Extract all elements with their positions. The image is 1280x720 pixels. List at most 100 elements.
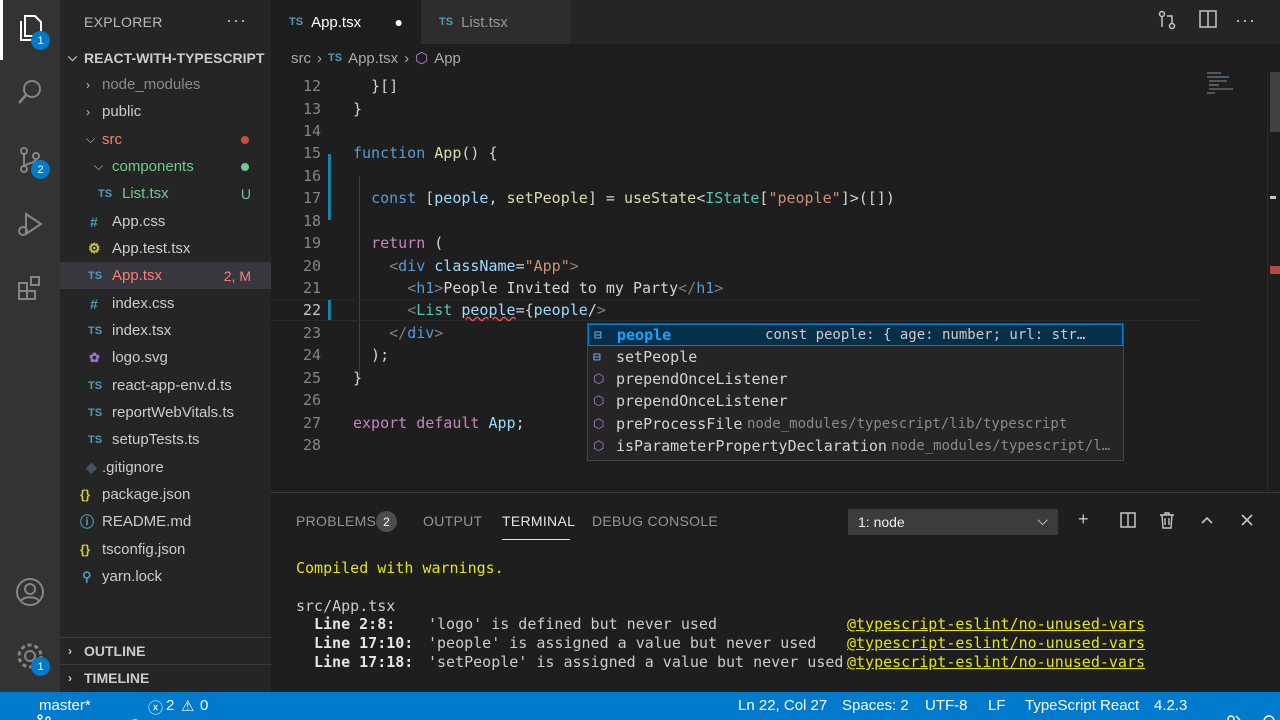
indentation[interactable]: Spaces: 2 bbox=[842, 697, 909, 714]
tree-item-react-app-env[interactable]: TS react-app-env.d.ts bbox=[60, 372, 271, 399]
account-icon[interactable] bbox=[10, 572, 50, 612]
suggestion-item[interactable]: ⬡ isParameterPropertyDeclaration node_mo… bbox=[588, 435, 1123, 457]
feedback-icon[interactable] bbox=[1207, 697, 1242, 720]
notifications-bell-icon[interactable] bbox=[1245, 697, 1276, 720]
breadcrumb-symbol[interactable]: App bbox=[434, 50, 461, 67]
tree-item-list-tsx[interactable]: TS List.tsx U bbox=[60, 180, 271, 207]
tab-problems[interactable]: PROBLEMS bbox=[296, 513, 376, 529]
warning-rule-link[interactable]: @typescript-eslint/no-unused-vars bbox=[847, 615, 1145, 633]
method-icon: ⬡ bbox=[593, 438, 605, 454]
sync-icon[interactable] bbox=[109, 697, 144, 720]
timeline-title: TIMELINE bbox=[84, 670, 150, 686]
line-number: 18 bbox=[302, 212, 321, 230]
tree-item-label: src bbox=[102, 131, 122, 148]
tree-item-label: node_modules bbox=[102, 76, 201, 93]
tree-item-index-tsx[interactable]: TS index.tsx bbox=[60, 317, 271, 344]
code-line: 16 bbox=[271, 165, 1201, 187]
tree-item-src[interactable]: ⌵ src bbox=[60, 126, 271, 153]
maximize-panel-icon[interactable] bbox=[1200, 511, 1214, 532]
language-mode[interactable]: TypeScript React bbox=[1025, 697, 1139, 714]
suggestion-item[interactable]: ⬡ prependOnceListener bbox=[588, 390, 1123, 412]
line-number: 24 bbox=[302, 346, 321, 364]
active-tab-indicator bbox=[502, 539, 570, 540]
suggestion-item[interactable]: ⬡ preProcessFile node_modules/typescript… bbox=[588, 413, 1123, 435]
tab-terminal[interactable]: TERMINAL bbox=[502, 513, 575, 529]
run-debug-icon[interactable] bbox=[10, 204, 50, 244]
suggestion-item[interactable]: ⬡ prependOnceListener bbox=[588, 368, 1123, 390]
encoding[interactable]: UTF-8 bbox=[925, 697, 968, 714]
tree-item-tsconfig[interactable]: {} tsconfig.json bbox=[60, 536, 271, 563]
files-icon[interactable]: 1 bbox=[10, 8, 50, 50]
close-panel-icon[interactable] bbox=[1240, 511, 1254, 532]
open-changes-icon[interactable] bbox=[1157, 10, 1177, 35]
suggestion-detail: node_modules/typescript/l… bbox=[891, 438, 1111, 454]
tree-item-yarn-lock[interactable]: ⚲ yarn.lock bbox=[60, 563, 271, 590]
warnings-count[interactable]: 0 bbox=[200, 697, 208, 714]
tab-debug-console[interactable]: DEBUG CONSOLE bbox=[592, 513, 718, 529]
explorer-badge: 1 bbox=[31, 31, 50, 50]
tree-item-gitignore[interactable]: ◆ .gitignore bbox=[60, 454, 271, 481]
line-number: 15 bbox=[302, 144, 321, 162]
suggestion-item[interactable]: ⊟ setPeople bbox=[588, 346, 1123, 368]
tree-item-readme[interactable]: ⓘ README.md bbox=[60, 508, 271, 535]
tree-item-package-json[interactable]: {} package.json bbox=[60, 481, 271, 508]
vertical-scrollbar[interactable] bbox=[1267, 72, 1280, 492]
timeline-section-header[interactable]: › TIMELINE bbox=[60, 664, 271, 691]
project-section-header[interactable]: ⌵ REACT-WITH-TYPESCRIPT bbox=[60, 44, 271, 71]
unsaved-dot-icon[interactable]: ● bbox=[395, 14, 403, 30]
end-of-line[interactable]: LF bbox=[988, 697, 1006, 714]
terminal-select[interactable]: 1: node ⌵ bbox=[848, 509, 1058, 535]
more-actions-icon[interactable]: ··· bbox=[1235, 10, 1256, 31]
typescript-version[interactable]: 4.2.3 bbox=[1154, 697, 1187, 714]
warning-rule-link[interactable]: @typescript-eslint/no-unused-vars bbox=[847, 653, 1145, 671]
tree-item-index-css[interactable]: # index.css bbox=[60, 290, 271, 317]
extensions-icon[interactable] bbox=[10, 268, 50, 308]
tree-item-logo-svg[interactable]: ✿ logo.svg bbox=[60, 344, 271, 371]
project-name: REACT-WITH-TYPESCRIPT bbox=[84, 49, 265, 66]
problems-count-badge: 2 bbox=[376, 511, 397, 532]
warning-message: 'setPeople' is assigned a value but neve… bbox=[428, 653, 844, 671]
line-number: 16 bbox=[302, 167, 321, 185]
search-icon[interactable] bbox=[10, 72, 50, 112]
tree-item-report-web-vitals[interactable]: TS reportWebVitals.ts bbox=[60, 399, 271, 426]
git-branch-label[interactable]: master* bbox=[39, 697, 91, 714]
source-control-icon[interactable]: 2 bbox=[10, 140, 50, 180]
tree-item-components[interactable]: ⌵ components bbox=[60, 153, 271, 180]
scrollbar-thumb[interactable] bbox=[1270, 72, 1280, 132]
new-terminal-icon[interactable]: + bbox=[1078, 509, 1089, 530]
warning-rule-link[interactable]: @typescript-eslint/no-unused-vars bbox=[847, 634, 1145, 652]
settings-gear-icon[interactable]: 1 bbox=[10, 636, 50, 676]
cursor-position[interactable]: Ln 22, Col 27 bbox=[738, 697, 827, 714]
tab-list-tsx[interactable]: TS List.tsx bbox=[421, 0, 571, 44]
tree-item-node-modules[interactable]: › node_modules bbox=[60, 71, 271, 98]
split-editor-icon[interactable] bbox=[1199, 10, 1217, 33]
tree-item-app-tsx[interactable]: TS App.tsx 2, M bbox=[60, 262, 271, 289]
more-actions-icon[interactable]: ··· bbox=[226, 10, 247, 31]
line-number: 14 bbox=[302, 122, 321, 140]
scm-badge: 2 bbox=[31, 160, 50, 179]
svg-file-icon: ✿ bbox=[89, 349, 100, 365]
breadcrumb-file[interactable]: App.tsx bbox=[348, 50, 398, 67]
tree-item-app-test-tsx[interactable]: ⚙ App.test.tsx bbox=[60, 235, 271, 262]
tab-output[interactable]: OUTPUT bbox=[423, 513, 482, 529]
chevron-right-icon: › bbox=[68, 671, 72, 685]
code-line: 20 <div className="App"> bbox=[271, 255, 1201, 277]
tree-item-label: reportWebVitals.ts bbox=[112, 404, 234, 421]
outline-section-header[interactable]: › OUTLINE bbox=[60, 637, 271, 664]
autocomplete-suggest-widget: ⊟ people const people: { age: number; ur… bbox=[587, 323, 1124, 461]
split-terminal-icon[interactable] bbox=[1120, 512, 1136, 533]
trash-icon[interactable] bbox=[1159, 512, 1175, 534]
tab-app-tsx[interactable]: TS App.tsx ● bbox=[271, 0, 421, 44]
bottom-panel: PROBLEMS 2 OUTPUT TERMINAL DEBUG CONSOLE… bbox=[271, 492, 1280, 692]
tree-item-label: setupTests.ts bbox=[112, 431, 200, 448]
warnings-icon[interactable]: ⚠ bbox=[181, 697, 194, 715]
tree-item-setup-tests[interactable]: TS setupTests.ts bbox=[60, 426, 271, 453]
minimap[interactable] bbox=[1205, 72, 1265, 112]
tree-item-app-css[interactable]: # App.css bbox=[60, 208, 271, 235]
tree-item-public[interactable]: › public bbox=[60, 98, 271, 125]
errors-icon[interactable]: ⓧ bbox=[148, 697, 163, 718]
breadcrumb-folder[interactable]: src bbox=[291, 50, 311, 67]
line-number: 23 bbox=[302, 324, 321, 342]
errors-count[interactable]: 2 bbox=[166, 697, 174, 714]
suggestion-item[interactable]: ⊟ people const people: { age: number; ur… bbox=[588, 324, 1123, 346]
